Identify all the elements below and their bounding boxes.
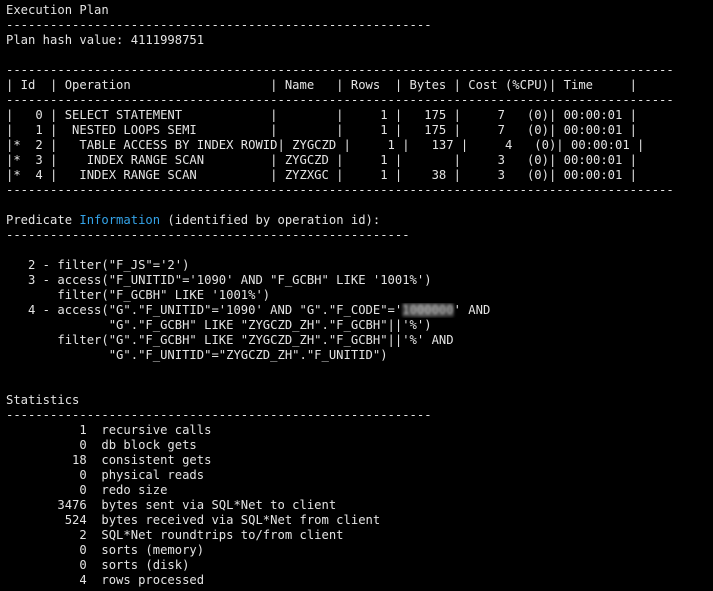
highlighted-keyword: Information [79,213,161,227]
terminal-output[interactable]: Execution Plan --------------------------… [0,0,713,591]
terminal-line: |* 3 | INDEX RANGE SCAN | ZYGCZD | 1 | |… [6,153,638,167]
terminal-line: 0 sorts (memory) [6,543,205,557]
terminal-line: 524 bytes received via SQL*Net from clie… [6,513,381,527]
terminal-line: | Id | Operation | Name | Rows | Bytes |… [6,78,638,92]
terminal-line: 0 sorts (disk) [6,558,190,572]
redacted-value: 1000000 [402,303,454,317]
terminal-line: 0 redo size [6,483,168,497]
terminal-line: |* 4 | INDEX RANGE SCAN | ZYZXGC | 1 | 3… [6,168,638,182]
terminal-line: 3 - access("F_UNITID"='1090' AND "F_GCBH… [6,273,432,287]
terminal-line: 2 SQL*Net roundtrips to/from client [6,528,344,542]
terminal-line: 4 - access("G"."F_UNITID"='1090' AND "G"… [6,303,491,317]
terminal-line: 2 - filter("F_JS"='2') [6,258,190,272]
terminal-line: Plan hash value: 4111998751 [6,33,205,47]
terminal-line: 0 db block gets [6,438,197,452]
terminal-line: Execution Plan [6,3,109,17]
terminal-line: ----------------------------------------… [6,228,410,242]
terminal-line: filter("F_GCBH" LIKE '1001%') [6,288,271,302]
terminal-line: 0 physical reads [6,468,205,482]
terminal-line: ----------------------------------------… [6,18,432,32]
terminal-line: Predicate Information (identified by ope… [6,213,381,227]
terminal-line: ----------------------------------------… [6,93,674,107]
terminal-line: 1 recursive calls [6,423,212,437]
terminal-line: | 0 | SELECT STATEMENT | | 1 | 175 | 7 (… [6,108,638,122]
terminal-line: |* 2 | TABLE ACCESS BY INDEX ROWID| ZYGC… [6,138,645,152]
terminal-line: Statistics [6,393,80,407]
terminal-line: filter("G"."F_GCBH" LIKE "ZYGCZD_ZH"."F_… [6,333,454,347]
terminal-line: "G"."F_UNITID"="ZYGCZD_ZH"."F_UNITID") [6,348,388,362]
terminal-line: 4 rows processed [6,573,205,587]
terminal-line: 18 consistent gets [6,453,212,467]
terminal-line: ----------------------------------------… [6,63,674,77]
terminal-line: 3476 bytes sent via SQL*Net to client [6,498,337,512]
terminal-line: | 1 | NESTED LOOPS SEMI | | 1 | 175 | 7 … [6,123,638,137]
terminal-line: "G"."F_GCBH" LIKE "ZYGCZD_ZH"."F_GCBH"||… [6,318,432,332]
terminal-line: ----------------------------------------… [6,408,432,422]
terminal-line: ----------------------------------------… [6,183,674,197]
